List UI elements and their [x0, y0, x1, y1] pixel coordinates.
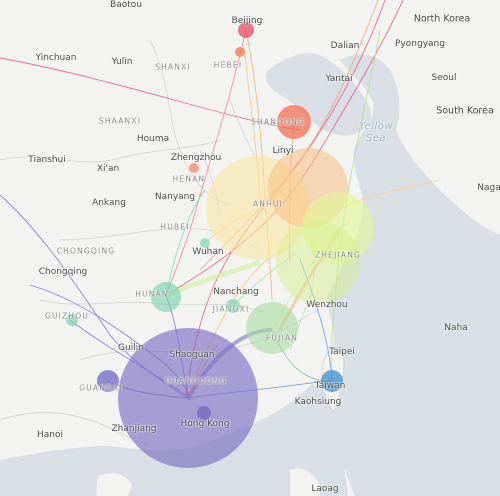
- bubble-guangxi[interactable]: [97, 370, 119, 392]
- bubble-henan[interactable]: [189, 163, 199, 173]
- bubble-hubei[interactable]: [200, 238, 210, 248]
- bubble-zhejiang[interactable]: [276, 220, 360, 304]
- bubble-beijing[interactable]: [238, 22, 254, 38]
- bubble-tianjin[interactable]: [235, 47, 245, 57]
- map-canvas: [0, 0, 500, 496]
- bubble-hong-kong[interactable]: [197, 406, 211, 420]
- bubble-hunan[interactable]: [151, 282, 181, 312]
- flow-map[interactable]: North Korea South Korea Yellow Sea SHANX…: [0, 0, 500, 496]
- bubble-guangdong[interactable]: [118, 328, 258, 468]
- bubble-jiangxi[interactable]: [226, 299, 240, 313]
- bubble-guizhou[interactable]: [66, 314, 78, 326]
- bubble-taiwan[interactable]: [321, 370, 343, 392]
- bubble-shandong[interactable]: [277, 105, 311, 139]
- bubble-fujian[interactable]: [246, 302, 298, 354]
